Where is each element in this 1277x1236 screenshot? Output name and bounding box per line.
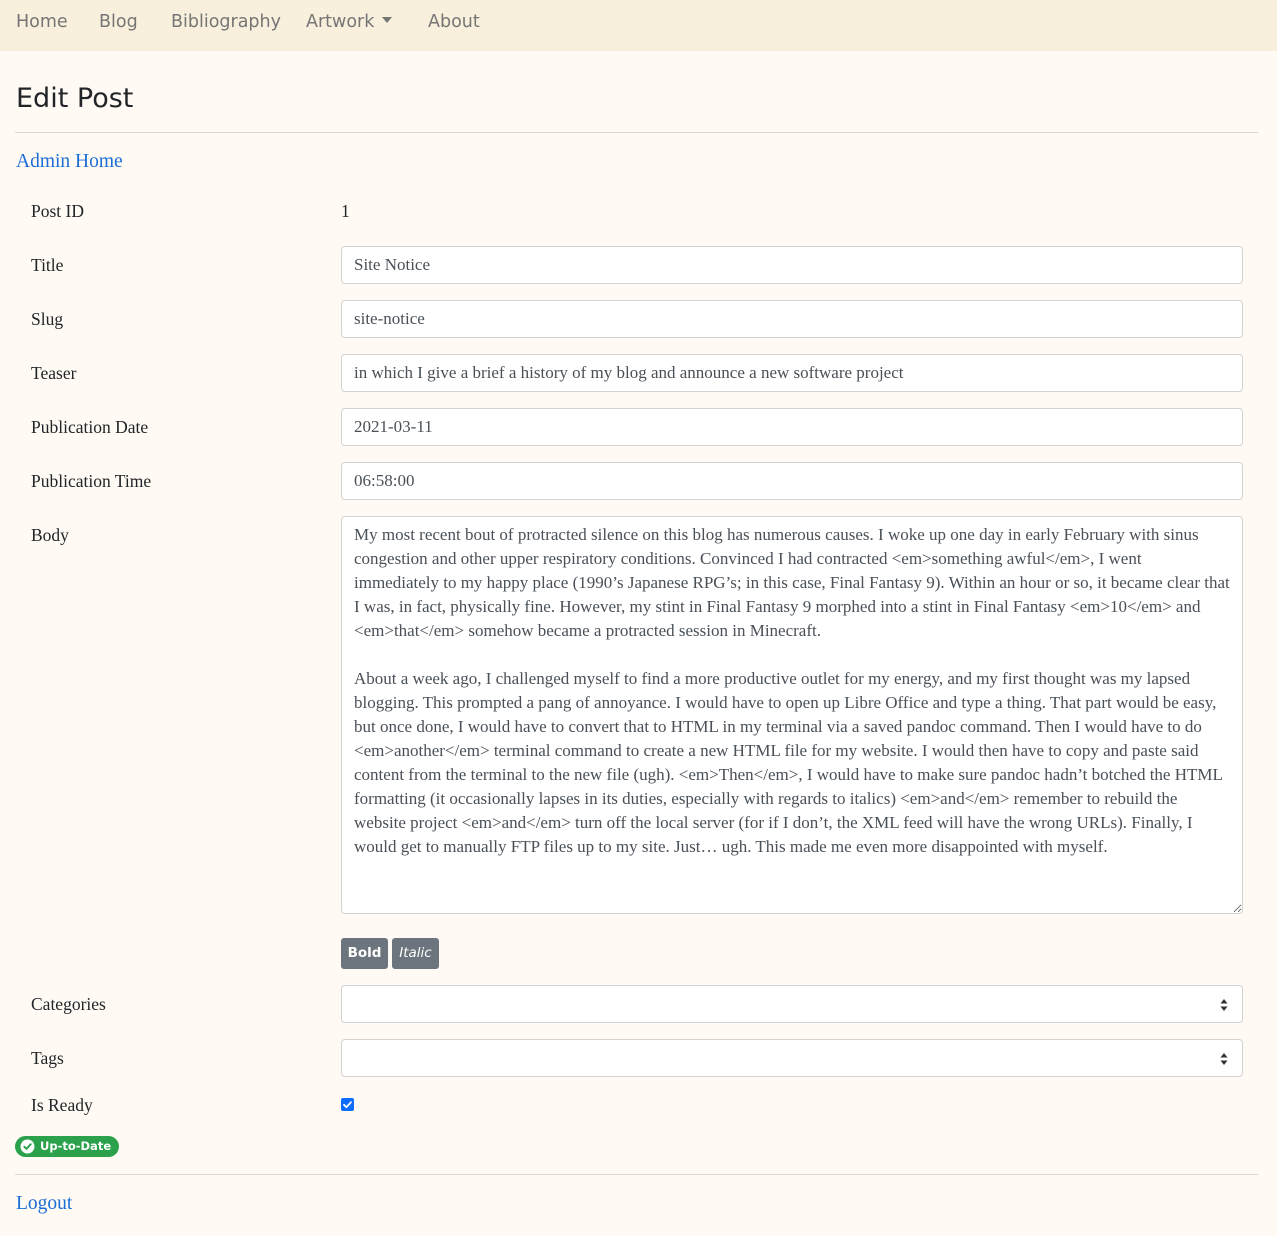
nav-bibliography-link[interactable]: Bibliography <box>171 11 281 33</box>
admin-home-link[interactable]: Admin Home <box>16 150 123 174</box>
nav-blog-link[interactable]: Blog <box>99 11 138 33</box>
title-input[interactable] <box>341 246 1243 284</box>
is-ready-checkbox[interactable] <box>341 1098 354 1111</box>
nav-home-link[interactable]: Home <box>16 11 68 33</box>
check-circle-icon <box>20 1139 35 1154</box>
select-arrows-icon <box>1220 999 1228 1011</box>
divider <box>15 1174 1258 1175</box>
select-arrows-icon <box>1220 1053 1228 1065</box>
divider <box>15 132 1258 133</box>
page-title: Edit Post <box>16 83 134 114</box>
bold-button[interactable]: Bold <box>341 938 388 969</box>
post-id-value: 1 <box>341 201 350 221</box>
check-icon <box>343 1101 352 1109</box>
body-textarea[interactable]: My most recent bout of protracted silenc… <box>341 516 1243 914</box>
status-badge: Up-to-Date <box>15 1136 120 1157</box>
slug-label: Slug <box>31 309 64 329</box>
slug-input[interactable] <box>341 300 1243 338</box>
is-ready-label: Is Ready <box>31 1095 93 1115</box>
post-id-label: Post ID <box>31 201 84 221</box>
categories-label: Categories <box>31 994 106 1014</box>
tags-label: Tags <box>31 1048 64 1068</box>
italic-button[interactable]: Italic <box>392 938 439 969</box>
teaser-input[interactable] <box>341 354 1243 392</box>
nav-artwork-label: Artwork <box>306 12 375 32</box>
navbar: Home Blog Bibliography Artwork About <box>0 0 1277 51</box>
nav-about-link[interactable]: About <box>428 11 480 33</box>
status-badge-label: Up-to-Date <box>40 1139 112 1153</box>
title-label: Title <box>31 255 64 275</box>
caret-down-icon <box>382 17 393 23</box>
body-label: Body <box>31 525 69 545</box>
nav-artwork-dropdown[interactable]: Artwork <box>306 11 393 33</box>
publication-date-input[interactable] <box>341 408 1243 446</box>
logout-link[interactable]: Logout <box>16 1192 72 1216</box>
publication-time-input[interactable] <box>341 462 1243 500</box>
teaser-label: Teaser <box>31 363 77 383</box>
categories-select[interactable] <box>341 985 1243 1023</box>
tags-select[interactable] <box>341 1039 1243 1077</box>
publication-date-label: Publication Date <box>31 417 149 437</box>
publication-time-label: Publication Time <box>31 471 152 491</box>
